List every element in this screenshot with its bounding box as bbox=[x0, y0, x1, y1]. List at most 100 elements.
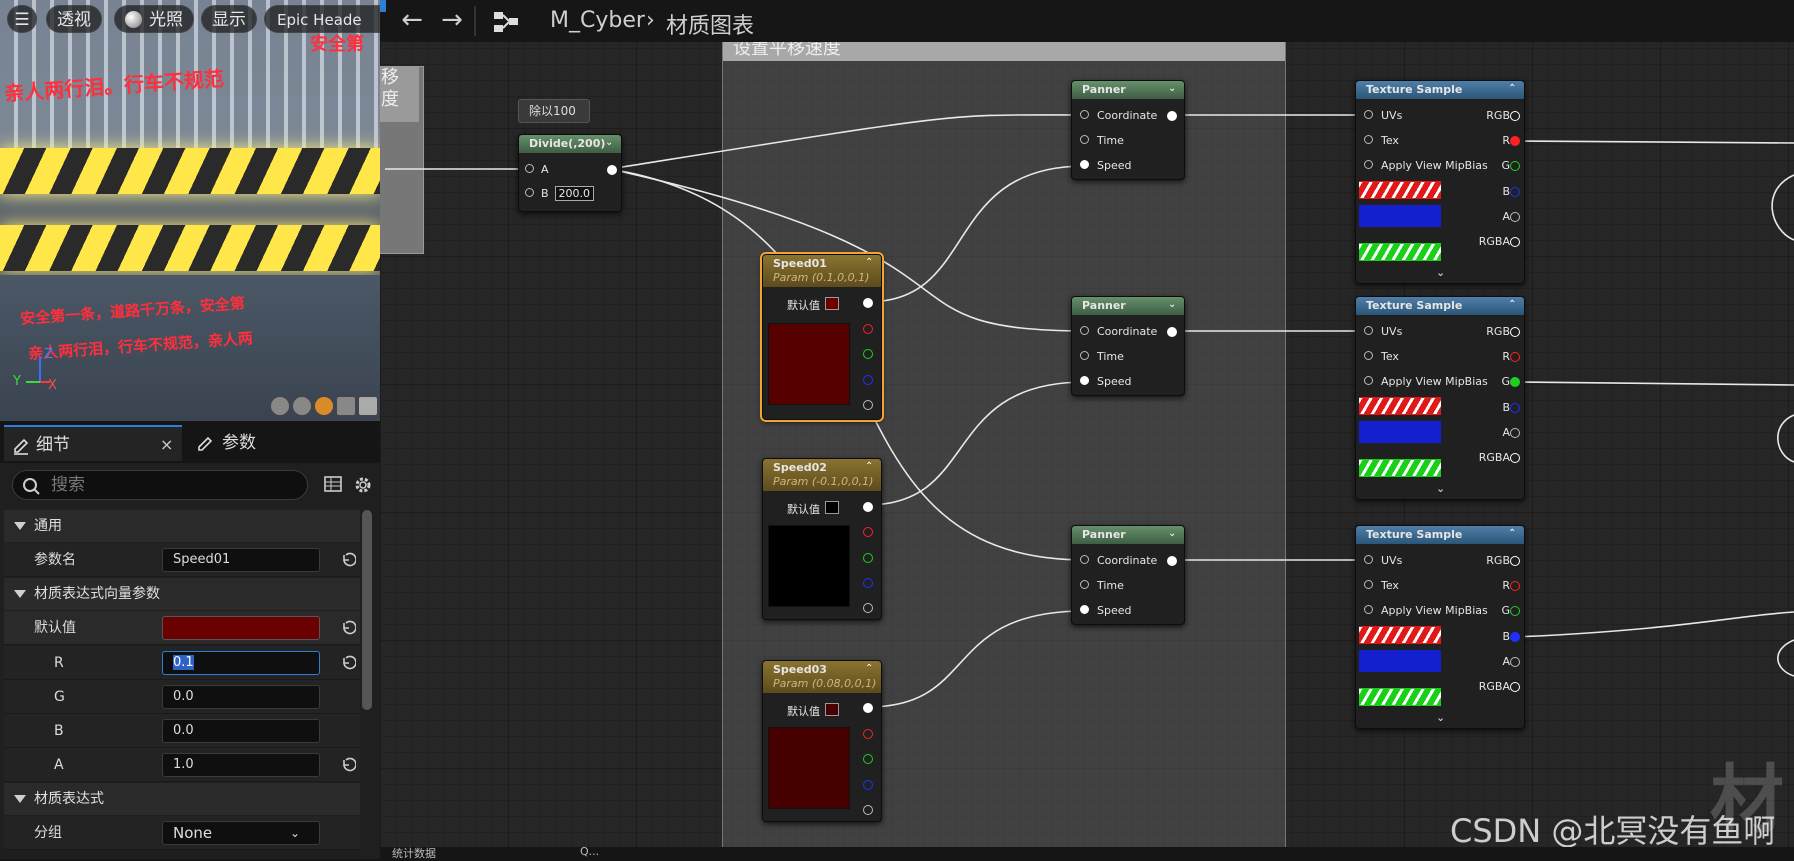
section-general[interactable]: 通用 bbox=[4, 510, 360, 542]
chevron-down-icon[interactable]: ⌄ bbox=[1168, 300, 1178, 310]
texture2-mipbias-pin[interactable]: Apply View MipBias bbox=[1364, 375, 1488, 388]
pin-dot[interactable] bbox=[1080, 580, 1089, 589]
panner1-node[interactable]: Panner ⌄ Coordinate Time Speed bbox=[1071, 80, 1185, 180]
panner2-output-pin[interactable] bbox=[1167, 327, 1177, 337]
tab-parameters[interactable]: 参数 bbox=[190, 425, 310, 461]
texture1-a-dot[interactable] bbox=[1510, 212, 1520, 222]
pin-dot[interactable] bbox=[1364, 160, 1373, 169]
speed03-output-rgb[interactable] bbox=[863, 703, 873, 713]
search-input[interactable]: 搜索 bbox=[12, 470, 308, 500]
pin-dot[interactable] bbox=[1080, 351, 1089, 360]
texture1-rgba-dot[interactable] bbox=[1510, 237, 1520, 247]
back-arrow-icon[interactable]: ← bbox=[398, 7, 426, 34]
pin-dot[interactable] bbox=[1364, 135, 1373, 144]
pin-dot[interactable] bbox=[1364, 605, 1373, 614]
reset-icon[interactable] bbox=[340, 756, 356, 772]
texture2-tex-pin[interactable]: Tex bbox=[1364, 350, 1399, 363]
panner3-time-pin[interactable]: Time bbox=[1080, 579, 1124, 592]
texture1-b-dot[interactable] bbox=[1510, 187, 1520, 197]
speed01-node[interactable]: Speed01 Param (0.1,0,0,1) ⌃ 默认值 bbox=[760, 252, 884, 422]
texture3-b-out[interactable]: B bbox=[1502, 630, 1510, 643]
panner3-coordinate-pin[interactable]: Coordinate bbox=[1080, 554, 1157, 567]
panner3-output-pin[interactable] bbox=[1167, 556, 1177, 566]
table-view-icon[interactable] bbox=[324, 475, 342, 493]
texture3-uvs-pin[interactable]: UVs bbox=[1364, 554, 1402, 567]
texture1-rgb-dot[interactable] bbox=[1510, 111, 1520, 121]
divide-node[interactable]: Divide(,200) ⌄ A B 200.0 bbox=[518, 134, 622, 212]
texture2-rgba-out[interactable]: RGBA bbox=[1479, 451, 1510, 464]
chevron-up-icon[interactable]: ⌃ bbox=[865, 664, 875, 674]
panner3-speed-pin[interactable]: Speed bbox=[1080, 604, 1131, 617]
texture-sample1-node[interactable]: Texture Sample ⌃ UVs Tex Apply View MipB… bbox=[1355, 80, 1525, 284]
chevron-down-icon[interactable]: ⌄ bbox=[605, 138, 615, 148]
texture1-g-dot[interactable] bbox=[1510, 161, 1520, 171]
chevron-down-icon[interactable]: ⌄ bbox=[1436, 482, 1445, 495]
texture2-r-dot[interactable] bbox=[1510, 352, 1520, 362]
speed03-output-b[interactable] bbox=[863, 780, 873, 790]
texture2-rgb-dot[interactable] bbox=[1510, 327, 1520, 337]
speed01-output-g[interactable] bbox=[863, 349, 873, 359]
texture1-rgba-out[interactable]: RGBA bbox=[1479, 235, 1510, 248]
sphere-icon[interactable] bbox=[292, 396, 312, 416]
texture2-b-dot[interactable] bbox=[1510, 403, 1520, 413]
tab-other[interactable]: Q... bbox=[580, 845, 599, 858]
texture3-tex-pin[interactable]: Tex bbox=[1364, 579, 1399, 592]
section-vector-parameter[interactable]: 材质表达式向量参数 bbox=[4, 578, 360, 610]
speed01-output-rgb[interactable] bbox=[863, 298, 873, 308]
speed02-output-b[interactable] bbox=[863, 578, 873, 588]
epic-headphones-button[interactable]: Epic Heade bbox=[264, 5, 380, 33]
speed03-output-a[interactable] bbox=[863, 805, 873, 815]
pin-dot[interactable] bbox=[1080, 135, 1089, 144]
param-name-field[interactable]: Speed01 bbox=[162, 548, 320, 572]
texture3-g-out[interactable]: G bbox=[1501, 604, 1510, 617]
panner2-coordinate-pin[interactable]: Coordinate bbox=[1080, 325, 1157, 338]
tab-details[interactable]: 细节 × bbox=[4, 425, 182, 461]
texture2-b-out[interactable]: B bbox=[1502, 401, 1510, 414]
texture2-uvs-pin[interactable]: UVs bbox=[1364, 325, 1402, 338]
chevron-up-icon[interactable]: ⌃ bbox=[1508, 84, 1518, 94]
pin-b[interactable]: B 200.0 bbox=[525, 186, 595, 201]
texture3-a-out[interactable]: A bbox=[1502, 655, 1510, 668]
pin-b-value[interactable]: 200.0 bbox=[554, 186, 595, 201]
a-field[interactable]: 1.0 bbox=[162, 753, 320, 777]
pin-dot[interactable] bbox=[1080, 555, 1089, 564]
reset-icon[interactable] bbox=[340, 654, 356, 670]
texture3-rgb-dot[interactable] bbox=[1510, 556, 1520, 566]
texture1-uvs-pin[interactable]: UVs bbox=[1364, 109, 1402, 122]
texture-sample2-node[interactable]: Texture Sample ⌃ UVs Tex Apply View MipB… bbox=[1355, 296, 1525, 500]
panner3-node[interactable]: Panner ⌄ Coordinate Time Speed bbox=[1071, 525, 1185, 625]
panner1-time-pin[interactable]: Time bbox=[1080, 134, 1124, 147]
close-tab-icon[interactable]: × bbox=[160, 427, 173, 463]
texture1-r-dot[interactable] bbox=[1510, 136, 1520, 146]
pin-dot[interactable] bbox=[1364, 376, 1373, 385]
speed02-node[interactable]: Speed02 Param (-0.1,0,0,1) ⌃ 默认值 bbox=[762, 458, 882, 620]
cube-icon[interactable] bbox=[336, 396, 356, 416]
pin-dot[interactable] bbox=[1364, 555, 1373, 564]
texture1-mipbias-pin[interactable]: Apply View MipBias bbox=[1364, 159, 1488, 172]
details-scrollbar[interactable] bbox=[362, 510, 372, 710]
gear-icon[interactable] bbox=[353, 475, 373, 495]
panner2-time-pin[interactable]: Time bbox=[1080, 350, 1124, 363]
texture-sample3-node[interactable]: Texture Sample ⌃ UVs Tex Apply View MipB… bbox=[1355, 525, 1525, 729]
pin-dot[interactable] bbox=[1364, 351, 1373, 360]
b-field[interactable]: 0.0 bbox=[162, 719, 320, 743]
pin-dot[interactable] bbox=[1080, 605, 1089, 614]
texture2-a-out[interactable]: A bbox=[1502, 426, 1510, 439]
pin-dot[interactable] bbox=[1080, 160, 1089, 169]
texture3-b-dot[interactable] bbox=[1510, 632, 1520, 642]
texture1-b-out[interactable]: B bbox=[1502, 185, 1510, 198]
panner1-output-pin[interactable] bbox=[1167, 111, 1177, 121]
speed02-output-g[interactable] bbox=[863, 553, 873, 563]
reset-icon[interactable] bbox=[340, 619, 356, 635]
texture3-rgb-out[interactable]: RGB bbox=[1486, 554, 1510, 567]
speed03-color-swatch[interactable] bbox=[825, 703, 839, 716]
speed03-output-g[interactable] bbox=[863, 754, 873, 764]
texture1-a-out[interactable]: A bbox=[1502, 210, 1510, 223]
speed02-output-r[interactable] bbox=[863, 527, 873, 537]
chevron-up-icon[interactable]: ⌃ bbox=[1508, 300, 1518, 310]
texture3-rgba-dot[interactable] bbox=[1510, 682, 1520, 692]
reset-icon[interactable] bbox=[340, 551, 356, 567]
speed01-output-r[interactable] bbox=[863, 324, 873, 334]
graph-hierarchy-icon[interactable] bbox=[492, 10, 520, 34]
default-color-swatch[interactable] bbox=[162, 616, 320, 640]
